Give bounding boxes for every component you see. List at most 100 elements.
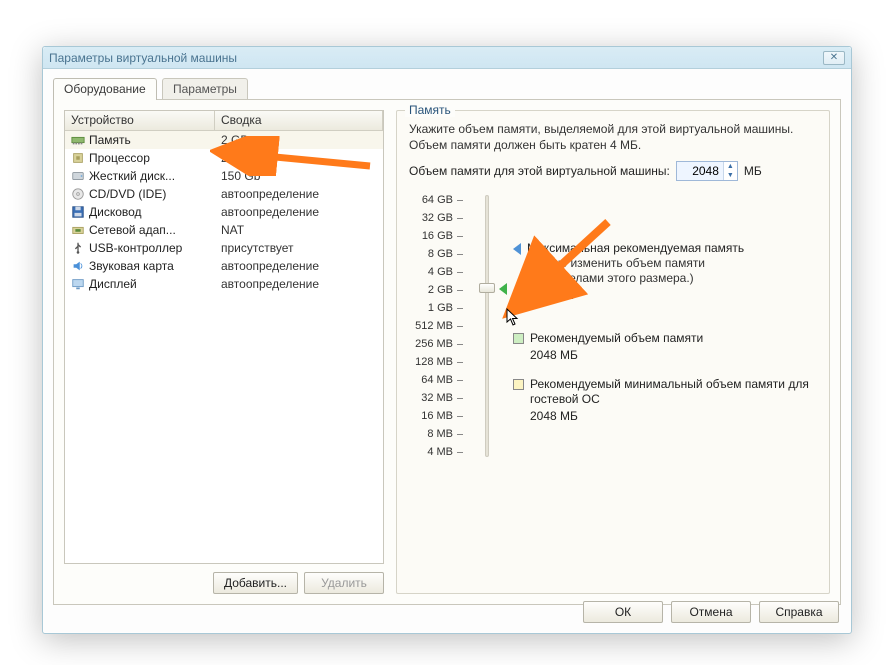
device-row[interactable]: Звуковая карта автоопределение bbox=[65, 257, 383, 275]
memory-info: Максимальная рекомендуемая память (можно… bbox=[513, 191, 817, 461]
window-close-button[interactable]: ✕ bbox=[823, 51, 845, 65]
memory-tick: 8 MB bbox=[427, 425, 463, 443]
memory-tick: 4 GB bbox=[428, 263, 463, 281]
memory-slider[interactable] bbox=[477, 191, 499, 461]
sound-icon bbox=[71, 259, 85, 273]
device-name: Память bbox=[89, 131, 131, 149]
device-name: Дисковод bbox=[89, 203, 142, 221]
green-legend-icon bbox=[513, 333, 524, 344]
device-row[interactable]: Жесткий диск... 150 Gb bbox=[65, 167, 383, 185]
device-row[interactable]: Дисплей автоопределение bbox=[65, 275, 383, 293]
min-rec-marker: Рекомендуемый минимальный объем памяти д… bbox=[513, 377, 817, 424]
current-marker bbox=[499, 281, 507, 295]
device-row[interactable]: CD/DVD (IDE) автоопределение bbox=[65, 185, 383, 203]
memory-tick: 16 MB bbox=[421, 407, 463, 425]
usb-icon bbox=[71, 241, 85, 255]
memory-tick: 4 MB bbox=[427, 443, 463, 461]
device-name: CD/DVD (IDE) bbox=[89, 185, 166, 203]
titlebar[interactable]: Параметры виртуальной машины ✕ bbox=[43, 47, 851, 69]
memory-ticks: 64 GB32 GB16 GB8 GB4 GB2 GB1 GB512 MB256… bbox=[409, 191, 463, 461]
window-title: Параметры виртуальной машины bbox=[49, 47, 237, 69]
device-row[interactable]: Дисковод автоопределение bbox=[65, 203, 383, 221]
max-rec-value: 2048 МБ bbox=[527, 288, 744, 303]
blue-triangle-icon bbox=[513, 243, 521, 255]
vm-settings-window: Параметры виртуальной машины ✕ Оборудова… bbox=[42, 46, 852, 634]
cd-icon bbox=[71, 187, 85, 201]
col-summary[interactable]: Сводка bbox=[215, 111, 383, 130]
add-device-button[interactable]: Добавить... bbox=[213, 572, 298, 594]
min-rec-title: Рекомендуемый минимальный объем памяти д… bbox=[530, 377, 817, 407]
device-name: USB-контроллер bbox=[89, 239, 182, 257]
device-row[interactable]: Память 2 GB bbox=[65, 131, 383, 149]
yellow-legend-icon bbox=[513, 379, 524, 390]
device-summary: NAT bbox=[215, 221, 383, 239]
memory-tick: 2 GB bbox=[428, 281, 463, 299]
nic-icon bbox=[71, 223, 85, 237]
device-summary: 2 bbox=[215, 149, 383, 167]
memory-legend: Память bbox=[405, 103, 455, 117]
cpu-icon bbox=[71, 151, 85, 165]
memory-tick: 32 GB bbox=[422, 209, 463, 227]
hardware-panel: Устройство Сводка Память2 GBПроцессор2Же… bbox=[53, 99, 841, 605]
spinner-arrows[interactable]: ▲ ▼ bbox=[723, 162, 737, 180]
tabstrip: Оборудование Параметры bbox=[53, 77, 841, 99]
tab-hardware[interactable]: Оборудование bbox=[53, 78, 157, 100]
slider-handle[interactable] bbox=[479, 283, 495, 293]
memory-tick: 256 MB bbox=[415, 335, 463, 353]
memory-size-label: Объем памяти для этой виртуальной машины… bbox=[409, 164, 670, 178]
rec-marker: Рекомендуемый объем памяти 2048 МБ bbox=[513, 331, 703, 363]
memory-unit: МБ bbox=[744, 164, 762, 178]
device-name: Процессор bbox=[89, 149, 150, 167]
max-rec-note2: за пределами этого размера.) bbox=[527, 271, 744, 286]
tab-options[interactable]: Параметры bbox=[162, 78, 248, 100]
memory-description: Укажите объем памяти, выделяемой для это… bbox=[409, 121, 817, 153]
spinner-down-icon[interactable]: ▼ bbox=[724, 171, 737, 180]
memory-fieldset: Память Укажите объем памяти, выделяемой … bbox=[396, 110, 830, 594]
col-device[interactable]: Устройство bbox=[65, 111, 215, 130]
memory-tick: 64 MB bbox=[421, 371, 463, 389]
ok-button[interactable]: ОК bbox=[583, 601, 663, 623]
device-summary: автоопределение bbox=[215, 203, 383, 221]
green-triangle-icon bbox=[499, 283, 507, 295]
floppy-icon bbox=[71, 205, 85, 219]
device-summary: 150 Gb bbox=[215, 167, 383, 185]
rec-value: 2048 МБ bbox=[530, 348, 703, 363]
memory-tick: 128 MB bbox=[415, 353, 463, 371]
device-row[interactable]: USB-контроллер присутствует bbox=[65, 239, 383, 257]
slider-rail bbox=[485, 195, 489, 457]
rec-title: Рекомендуемый объем памяти bbox=[530, 331, 703, 346]
device-name: Дисплей bbox=[89, 275, 137, 293]
device-summary: автоопределение bbox=[215, 257, 383, 275]
display-icon bbox=[71, 277, 85, 291]
device-table-header: Устройство Сводка bbox=[65, 111, 383, 131]
remove-device-button: Удалить bbox=[304, 572, 384, 594]
device-row[interactable]: Сетевой адап... NAT bbox=[65, 221, 383, 239]
memory-icon bbox=[71, 133, 85, 147]
spinner-up-icon[interactable]: ▲ bbox=[724, 162, 737, 171]
device-summary: 2 GB bbox=[215, 131, 383, 149]
min-rec-value: 2048 МБ bbox=[530, 409, 817, 424]
device-name: Сетевой адап... bbox=[89, 221, 176, 239]
memory-tick: 32 MB bbox=[421, 389, 463, 407]
memory-tick: 64 GB bbox=[422, 191, 463, 209]
device-summary: автоопределение bbox=[215, 185, 383, 203]
device-name: Жесткий диск... bbox=[89, 167, 175, 185]
memory-input[interactable] bbox=[677, 162, 723, 180]
device-name: Звуковая карта bbox=[89, 257, 174, 275]
device-row[interactable]: Процессор 2 bbox=[65, 149, 383, 167]
cancel-button[interactable]: Отмена bbox=[671, 601, 751, 623]
help-button[interactable]: Справка bbox=[759, 601, 839, 623]
device-summary: автоопределение bbox=[215, 275, 383, 293]
dialog-buttons: ОК Отмена Справка bbox=[583, 601, 839, 623]
max-rec-marker: Максимальная рекомендуемая память (можно… bbox=[513, 241, 744, 303]
memory-tick: 1 GB bbox=[428, 299, 463, 317]
memory-tick: 16 GB bbox=[422, 227, 463, 245]
hdd-icon bbox=[71, 169, 85, 183]
memory-tick: 512 MB bbox=[415, 317, 463, 335]
memory-spinner[interactable]: ▲ ▼ bbox=[676, 161, 738, 181]
max-rec-title: Максимальная рекомендуемая память bbox=[527, 241, 744, 256]
max-rec-note1: (можно изменить объем памяти bbox=[527, 256, 744, 271]
device-table: Устройство Сводка Память2 GBПроцессор2Же… bbox=[64, 110, 384, 564]
device-summary: присутствует bbox=[215, 239, 383, 257]
memory-tick: 8 GB bbox=[428, 245, 463, 263]
